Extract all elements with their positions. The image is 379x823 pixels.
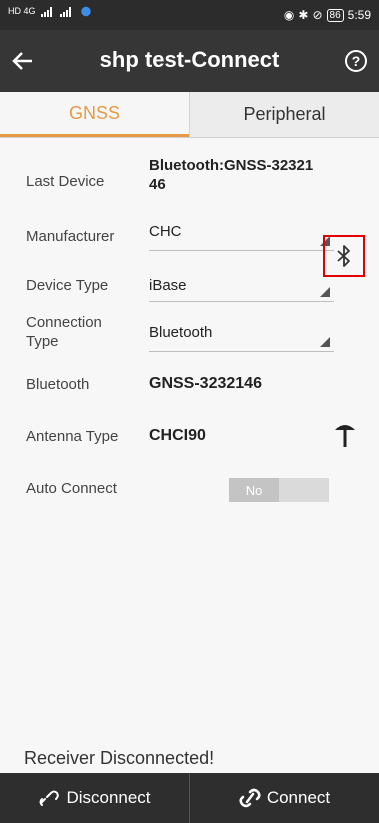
connection-type-value: Bluetooth: [149, 324, 213, 341]
manufacturer-label: Manufacturer: [26, 228, 115, 245]
bluetooth-button[interactable]: [323, 235, 365, 277]
connection-status-message: Receiver Disconnected!: [24, 748, 215, 768]
antenna-button[interactable]: [333, 420, 357, 448]
network-type-label: HD 4G: [8, 6, 36, 16]
last-device-label: Last Device: [26, 173, 105, 190]
disconnect-button[interactable]: Disconnect: [0, 773, 190, 823]
toggle-knob: No: [229, 478, 279, 502]
clock: 5:59: [347, 8, 371, 22]
connection-type-label-line2: Type: [26, 333, 59, 350]
connection-type-select[interactable]: Bluetooth: [149, 318, 334, 352]
last-device-value: Bluetooth:GNSS-32321 46: [149, 156, 313, 194]
manufacturer-value: CHC: [149, 223, 182, 240]
status-left: HD 4G: [8, 6, 93, 17]
antenna-icon: [335, 425, 355, 447]
connect-label: Connect: [266, 788, 331, 807]
bluetooth-icon: [337, 245, 350, 267]
connection-type-label: Connection Type: [26, 313, 102, 351]
battery-icon: 86: [326, 8, 344, 22]
bluetooth-status-icon: ✱: [298, 8, 309, 22]
bottom-action-bar: Disconnect Connect: [0, 773, 379, 823]
connect-button[interactable]: Connect: [190, 773, 379, 823]
last-device-value-line2: 46: [149, 176, 166, 193]
auto-connect-toggle[interactable]: No: [229, 478, 329, 502]
disconnect-link-icon: [39, 790, 60, 806]
manufacturer-select[interactable]: CHC: [149, 217, 334, 251]
help-button[interactable]: ?: [345, 50, 367, 72]
device-type-value: iBase: [149, 277, 187, 294]
connection-type-label-line1: Connection: [26, 314, 102, 331]
connect-form: Last Device Bluetooth:GNSS-32321 46 Manu…: [0, 138, 379, 773]
disconnect-label: Disconnect: [66, 788, 151, 807]
page-title: shp test-Connect: [99, 47, 280, 72]
app-notification-icon: [80, 6, 91, 17]
app-bar: shp test-Connect ?: [0, 30, 379, 92]
signal-icon-2: [59, 7, 71, 17]
bluetooth-label: Bluetooth: [26, 376, 90, 393]
status-right: ◉ ✱ ⊘ 86 5:59: [284, 8, 371, 22]
last-device-value-line1: Bluetooth:GNSS-32321: [149, 157, 314, 174]
status-bar: HD 4G ◉ ✱ ⊘ 86 5:59: [0, 0, 379, 30]
dropdown-triangle-icon: [320, 337, 330, 347]
tab-bar: GNSS Peripheral: [0, 92, 379, 138]
bluetooth-device-value: GNSS-3232146: [149, 375, 262, 392]
antenna-type-value: CHCI90: [149, 427, 206, 444]
tab-peripheral[interactable]: Peripheral: [189, 92, 379, 137]
mute-icon: ⊘: [312, 8, 323, 22]
eye-icon: ◉: [283, 8, 295, 22]
link-icon: [239, 788, 261, 808]
dropdown-triangle-icon: [320, 287, 330, 297]
device-type-label: Device Type: [26, 277, 109, 294]
device-type-select[interactable]: iBase: [149, 268, 334, 302]
signal-icon: [40, 7, 52, 17]
tab-gnss[interactable]: GNSS: [0, 92, 189, 137]
antenna-type-label: Antenna Type: [26, 428, 119, 445]
auto-connect-label: Auto Connect: [26, 480, 117, 497]
